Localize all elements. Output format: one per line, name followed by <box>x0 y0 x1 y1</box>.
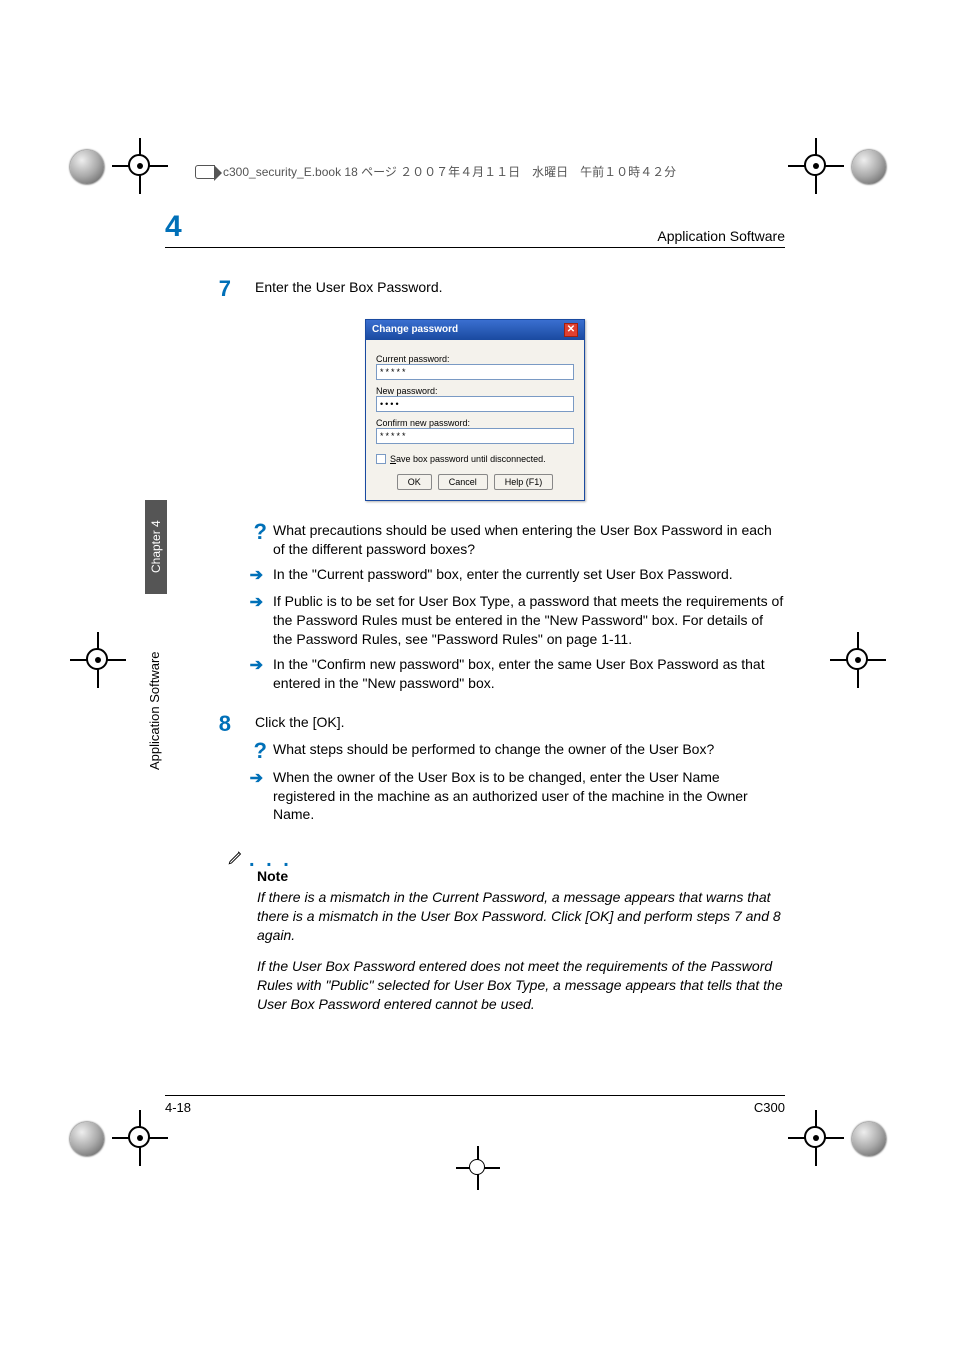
book-header: c300_security_E.book 18 ページ ２００７年４月１１日 水… <box>195 163 676 180</box>
confirm-password-label: Confirm new password: <box>376 418 574 428</box>
dialog-title: Change password <box>372 324 458 335</box>
cancel-button[interactable]: Cancel <box>438 474 488 490</box>
step-number: 7 <box>165 278 255 305</box>
book-header-text: c300_security_E.book 18 ページ ２００７年４月１１日 水… <box>223 163 676 180</box>
note-icon-row: . . . <box>227 848 785 866</box>
current-password-label: Current password: <box>376 354 574 364</box>
note-paragraph: If the User Box Password entered does no… <box>257 957 785 1014</box>
ellipsis-icon: . . . <box>249 854 292 866</box>
step-text: Click the [OK]. <box>255 713 785 732</box>
arrow-icon: ➔ <box>249 592 273 649</box>
arrow-icon: ➔ <box>249 565 273 587</box>
crop-mark-icon <box>788 1110 844 1166</box>
answer-text: In the "Confirm new password" box, enter… <box>273 655 785 693</box>
arrow-icon: ➔ <box>249 655 273 693</box>
save-password-label: ave box password until disconnected. <box>396 454 546 464</box>
help-button[interactable]: Help (F1) <box>494 474 554 490</box>
question-icon: ? <box>249 521 273 559</box>
decorative-globe-icon <box>852 1122 886 1156</box>
current-password-input[interactable] <box>376 364 574 380</box>
crop-mark-icon <box>830 632 886 688</box>
answer-text: When the owner of the User Box is to be … <box>273 768 785 825</box>
crop-mark-icon <box>70 632 126 688</box>
step-8: 8 Click the [OK]. ? What steps should be… <box>165 713 785 831</box>
step-7: 7 Enter the User Box Password. <box>165 278 785 305</box>
answer-text: If Public is to be set for User Box Type… <box>273 592 785 649</box>
step-text: Enter the User Box Password. <box>255 278 785 297</box>
ok-button[interactable]: OK <box>397 474 432 490</box>
dialog-titlebar: Change password ✕ <box>366 320 584 340</box>
bookmark-icon <box>195 165 215 179</box>
new-password-label: New password: <box>376 386 574 396</box>
model-name: C300 <box>754 1100 785 1115</box>
page-content: 4 Application Software 7 Enter the User … <box>165 210 785 1026</box>
page-number: 4-18 <box>165 1100 191 1115</box>
confirm-password-input[interactable] <box>376 428 574 444</box>
close-icon[interactable]: ✕ <box>564 323 578 337</box>
page-footer: 4-18 C300 <box>165 1095 785 1115</box>
new-password-input[interactable] <box>376 396 574 412</box>
question-icon: ? <box>249 740 273 762</box>
note-paragraph: If there is a mismatch in the Current Pa… <box>257 888 785 945</box>
decorative-globe-icon <box>852 150 886 184</box>
step-number: 8 <box>165 713 255 831</box>
arrow-icon: ➔ <box>249 768 273 825</box>
answer-text: In the "Current password" box, enter the… <box>273 565 785 587</box>
save-password-checkbox[interactable] <box>376 454 386 464</box>
section-side-label: Application Software <box>147 600 162 770</box>
chapter-tab: Chapter 4 <box>145 500 167 594</box>
chapter-number: 4 <box>165 210 182 244</box>
decorative-globe-icon <box>70 150 104 184</box>
decorative-globe-icon <box>70 1122 104 1156</box>
running-head: 4 Application Software <box>165 210 785 248</box>
step-7-qa: ? What precautions should be used when e… <box>165 521 785 699</box>
question-text: What precautions should be used when ent… <box>273 521 785 559</box>
crop-mark-icon <box>112 138 168 194</box>
question-text: What steps should be performed to change… <box>273 740 785 762</box>
pencil-icon <box>227 848 245 866</box>
save-password-row[interactable]: Save box password until disconnected. <box>376 454 574 464</box>
running-title: Application Software <box>657 228 785 244</box>
change-password-dialog: Change password ✕ Current password: New … <box>365 319 585 501</box>
crop-mark-icon <box>788 138 844 194</box>
crop-mark-icon <box>456 1146 500 1190</box>
note-label: Note <box>257 868 785 884</box>
crop-mark-icon <box>112 1110 168 1166</box>
